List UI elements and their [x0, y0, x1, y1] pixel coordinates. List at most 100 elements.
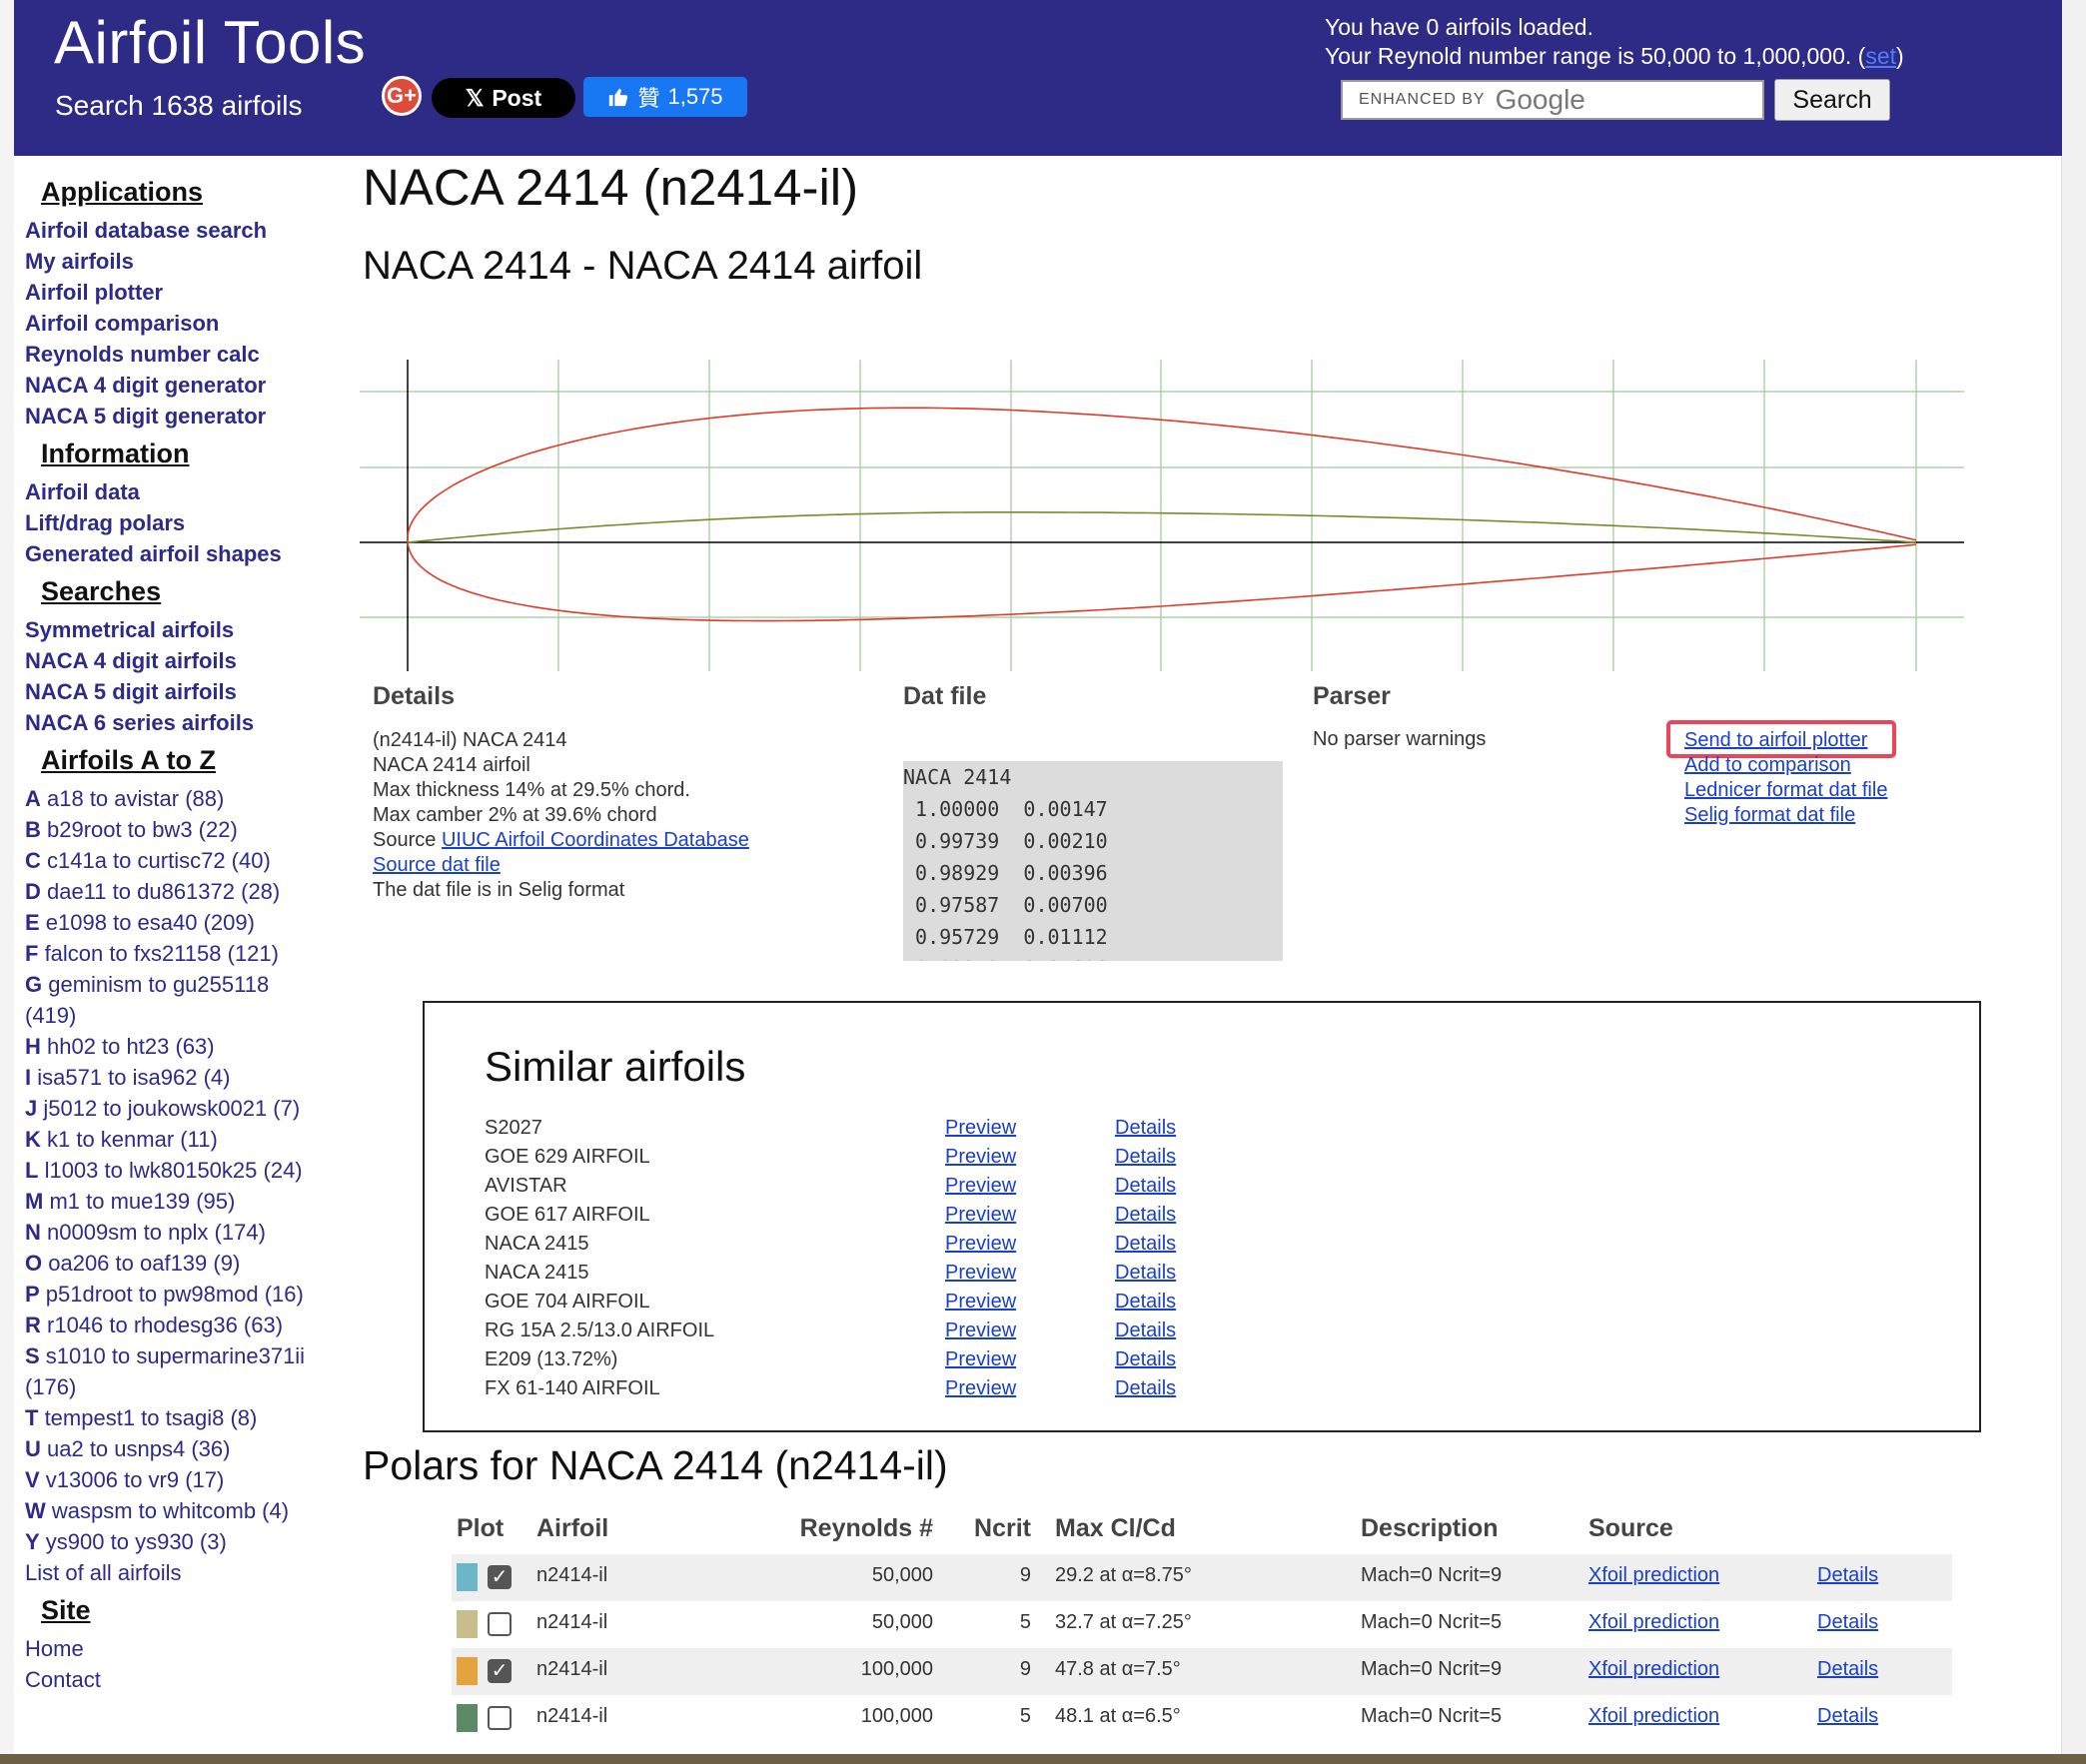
- similar-preview-link[interactable]: Preview: [945, 1320, 1016, 1342]
- sidebar-item-naca-5-digit-airfoils[interactable]: NACA 5 digit airfoils: [25, 676, 345, 707]
- dat-line: 0.93372 0.01606: [903, 953, 1283, 961]
- polar-plot-checkbox[interactable]: ✓: [488, 1565, 512, 1589]
- selig-dat-link[interactable]: Selig format dat file: [1684, 804, 1855, 826]
- sidebar-item-home[interactable]: Home: [25, 1633, 345, 1664]
- source-dat-file-link[interactable]: Source dat file: [373, 854, 501, 876]
- similar-details-link[interactable]: Details: [1115, 1291, 1176, 1314]
- similar-airfoils-panel: Similar airfoils S2027 Preview Details GOE …: [423, 1001, 1981, 1432]
- similar-details-link[interactable]: Details: [1115, 1204, 1176, 1227]
- similar-preview-link[interactable]: Preview: [945, 1348, 1016, 1371]
- lednicer-dat-link[interactable]: Lednicer format dat file: [1684, 779, 1887, 801]
- sidebar-item-az-p[interactable]: P p51droot to pw98mod (16): [25, 1279, 345, 1310]
- sidebar-item-az-u[interactable]: U ua2 to usnps4 (36): [25, 1433, 345, 1464]
- google-search-input[interactable]: ENHANCED BY Google: [1341, 80, 1764, 120]
- sidebar-item-az-l[interactable]: L l1003 to lwk80150k25 (24): [25, 1155, 345, 1186]
- sidebar-item-generated-airfoil-shapes[interactable]: Generated airfoil shapes: [25, 538, 345, 569]
- similar-preview-link[interactable]: Preview: [945, 1175, 1016, 1198]
- similar-details-link[interactable]: Details: [1115, 1377, 1176, 1400]
- sidebar-item-az-y[interactable]: Y ys900 to ys930 (3): [25, 1526, 345, 1557]
- x-post-button[interactable]: 𝕏 Post: [432, 78, 575, 118]
- similar-details-link[interactable]: Details: [1115, 1348, 1176, 1371]
- sidebar-item-az-d[interactable]: D dae11 to du861372 (28): [25, 876, 345, 907]
- window-scrollbar[interactable]: [2061, 0, 2086, 1764]
- sidebar-item-az-k[interactable]: K k1 to kenmar (11): [25, 1124, 345, 1155]
- sidebar-item-az-r[interactable]: R r1046 to rhodesg36 (63): [25, 1310, 345, 1340]
- similar-preview-link[interactable]: Preview: [945, 1262, 1016, 1285]
- sidebar-item-az-b[interactable]: B b29root to bw3 (22): [25, 814, 345, 845]
- polar-source-link[interactable]: Xfoil prediction: [1588, 1705, 1719, 1728]
- sidebar-item-az-m[interactable]: M m1 to mue139 (95): [25, 1186, 345, 1217]
- sidebar-item-az-o[interactable]: O oa206 to oaf139 (9): [25, 1248, 345, 1279]
- polar-source-link[interactable]: Xfoil prediction: [1588, 1611, 1719, 1634]
- polar-details-link[interactable]: Details: [1817, 1611, 1878, 1634]
- polar-color-swatch: [457, 1563, 478, 1591]
- sidebar-item-az-v[interactable]: V v13006 to vr9 (17): [25, 1464, 345, 1495]
- sidebar-item-az-g-cont[interactable]: (419): [25, 1000, 345, 1031]
- similar-details-link[interactable]: Details: [1115, 1320, 1176, 1342]
- polar-source-link[interactable]: Xfoil prediction: [1588, 1564, 1719, 1587]
- similar-preview-link[interactable]: Preview: [945, 1117, 1016, 1140]
- polars-col-header: Reynolds #: [799, 1514, 933, 1542]
- sidebar-item-my-airfoils[interactable]: My airfoils: [25, 246, 345, 277]
- sidebar-item-lift-drag-polars[interactable]: Lift/drag polars: [25, 507, 345, 538]
- similar-preview-link[interactable]: Preview: [945, 1146, 1016, 1169]
- similar-details-link[interactable]: Details: [1115, 1146, 1176, 1169]
- polar-reynolds: 50,000: [871, 1611, 933, 1633]
- polar-color-swatch: [457, 1610, 478, 1638]
- sidebar-item-all-airfoils[interactable]: List of all airfoils: [25, 1557, 345, 1588]
- sidebar-item-az-h[interactable]: H hh02 to ht23 (63): [25, 1031, 345, 1062]
- sidebar-item-reynolds-number-calc[interactable]: Reynolds number calc: [25, 339, 345, 370]
- sidebar-item-az-g[interactable]: G geminism to gu255118: [25, 969, 345, 1000]
- facebook-like-button[interactable]: 贊 1,575: [583, 77, 747, 117]
- sidebar-item-airfoil-database-search[interactable]: Airfoil database search: [25, 215, 345, 246]
- polar-plot-checkbox[interactable]: [488, 1612, 512, 1636]
- az-letter: N: [25, 1220, 41, 1245]
- sidebar-item-airfoil-comparison[interactable]: Airfoil comparison: [25, 308, 345, 339]
- similar-preview-link[interactable]: Preview: [945, 1204, 1016, 1227]
- sidebar-item-naca-4-digit-airfoils[interactable]: NACA 4 digit airfoils: [25, 645, 345, 676]
- polar-plot-checkbox[interactable]: [488, 1706, 512, 1730]
- dat-file-viewer[interactable]: NACA 2414 1.00000 0.00147 0.99739 0.0021…: [903, 761, 1283, 961]
- sidebar-item-az-s[interactable]: S s1010 to supermarine371ii: [25, 1340, 345, 1371]
- sidebar-item-az-c[interactable]: C c141a to curtisc72 (40): [25, 845, 345, 876]
- sidebar-item-az-a[interactable]: A a18 to avistar (88): [25, 783, 345, 814]
- sidebar-item-naca-4-digit-generator[interactable]: NACA 4 digit generator: [25, 370, 345, 401]
- site-title[interactable]: Airfoil Tools: [54, 8, 366, 77]
- google-plus-share-icon[interactable]: G+: [382, 76, 422, 116]
- search-button[interactable]: Search: [1774, 79, 1890, 121]
- similar-details-link[interactable]: Details: [1115, 1233, 1176, 1256]
- az-letter: R: [25, 1313, 41, 1337]
- sidebar-item-az-i[interactable]: I isa571 to isa962 (4): [25, 1062, 345, 1093]
- send-to-plotter-link[interactable]: Send to airfoil plotter: [1684, 729, 1867, 751]
- similar-airfoil-name: RG 15A 2.5/13.0 AIRFOIL: [485, 1320, 715, 1341]
- similar-airfoil-name: S2027: [485, 1117, 542, 1139]
- similar-airfoil-name: GOE 629 AIRFOIL: [485, 1146, 650, 1168]
- similar-preview-link[interactable]: Preview: [945, 1291, 1016, 1314]
- sidebar-item-symmetrical-airfoils[interactable]: Symmetrical airfoils: [25, 614, 345, 645]
- polar-details-link[interactable]: Details: [1817, 1658, 1878, 1681]
- similar-details-link[interactable]: Details: [1115, 1117, 1176, 1140]
- sidebar-item-az-n[interactable]: N n0009sm to nplx (174): [25, 1217, 345, 1248]
- sidebar-item-az-w[interactable]: W waspsm to whitcomb (4): [25, 1495, 345, 1526]
- add-to-comparison-link[interactable]: Add to comparison: [1684, 754, 1851, 776]
- sidebar-item-airfoil-data[interactable]: Airfoil data: [25, 476, 345, 507]
- sidebar-item-az-s-cont[interactable]: (176): [25, 1371, 345, 1402]
- similar-details-link[interactable]: Details: [1115, 1262, 1176, 1285]
- sidebar-item-az-f[interactable]: F falcon to fxs21158 (121): [25, 938, 345, 969]
- sidebar-item-contact[interactable]: Contact: [25, 1664, 345, 1695]
- polar-details-link[interactable]: Details: [1817, 1705, 1878, 1728]
- polar-plot-checkbox[interactable]: ✓: [488, 1659, 512, 1683]
- polar-details-link[interactable]: Details: [1817, 1564, 1878, 1587]
- polar-source-link[interactable]: Xfoil prediction: [1588, 1658, 1719, 1681]
- similar-preview-link[interactable]: Preview: [945, 1377, 1016, 1400]
- similar-details-link[interactable]: Details: [1115, 1175, 1176, 1198]
- sidebar-item-az-t[interactable]: T tempest1 to tsagi8 (8): [25, 1402, 345, 1433]
- uiuc-database-link[interactable]: UIUC Airfoil Coordinates Database: [442, 829, 749, 851]
- sidebar-item-naca-5-digit-generator[interactable]: NACA 5 digit generator: [25, 401, 345, 432]
- sidebar-item-airfoil-plotter[interactable]: Airfoil plotter: [25, 277, 345, 308]
- sidebar-item-naca-6-series-airfoils[interactable]: NACA 6 series airfoils: [25, 707, 345, 738]
- sidebar-item-az-j[interactable]: J j5012 to joukowsk0021 (7): [25, 1093, 345, 1124]
- set-reynolds-link[interactable]: set: [1865, 43, 1896, 69]
- similar-preview-link[interactable]: Preview: [945, 1233, 1016, 1256]
- sidebar-item-az-e[interactable]: E e1098 to esa40 (209): [25, 907, 345, 938]
